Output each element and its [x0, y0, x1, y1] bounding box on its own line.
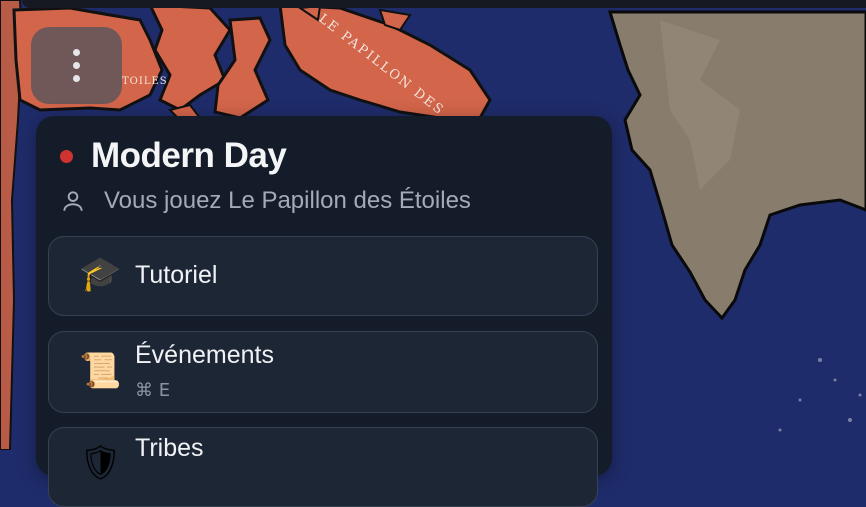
- menu-item-events[interactable]: 📜 Événements ⌘ E: [48, 331, 598, 413]
- shield-icon: 🛡: [79, 443, 123, 483]
- top-bar: [22, 0, 866, 8]
- menu-item-label: Événements: [135, 341, 274, 369]
- map-label-territory-fragment: TOILES: [122, 76, 168, 87]
- status-dot-icon: [60, 149, 73, 163]
- game-menu-panel: Modern Day Vous jouez Le Papillon des Ét…: [36, 116, 612, 507]
- keyboard-shortcut: ⌘ E: [135, 380, 171, 401]
- player-info: Vous jouez Le Papillon des Étoiles: [60, 187, 471, 215]
- more-options-button[interactable]: [31, 27, 122, 104]
- menu-item-tutorial[interactable]: 🎓 Tutoriel: [48, 236, 598, 316]
- user-icon: [63, 191, 83, 211]
- title-row: Modern Day: [60, 136, 287, 176]
- page-title: Modern Day: [91, 136, 287, 175]
- player-subtitle: Vous jouez Le Papillon des Étoiles: [104, 187, 471, 214]
- vertical-dots-icon: [73, 49, 80, 82]
- menu-item-tribes[interactable]: 🛡 Tribes: [48, 427, 598, 507]
- scroll-icon: 📜: [79, 351, 122, 391]
- menu-item-label: Tribes: [135, 434, 204, 462]
- graduation-cap-icon: 🎓: [79, 254, 122, 294]
- menu-item-label: Tutoriel: [135, 261, 218, 289]
